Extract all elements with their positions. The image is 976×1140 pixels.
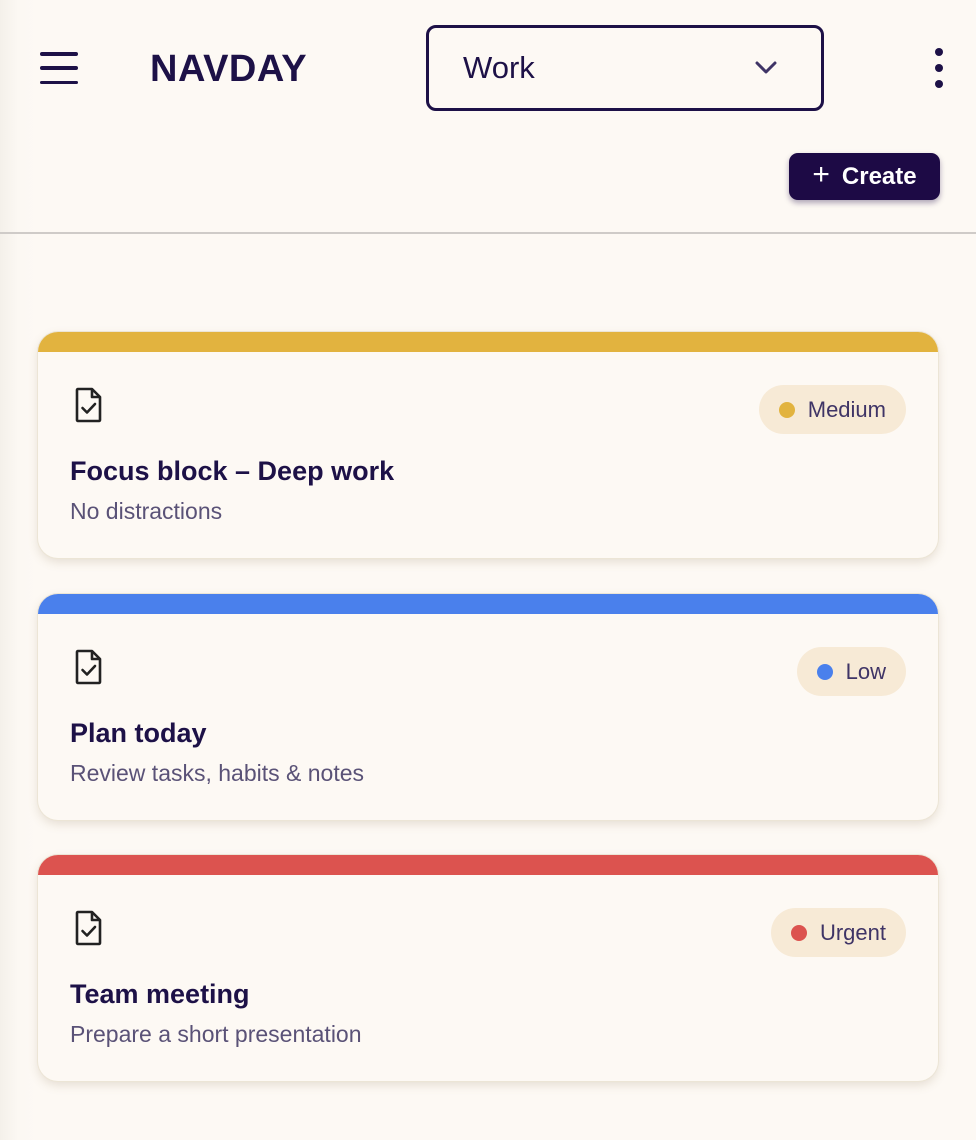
- priority-dot: [790, 924, 807, 941]
- category-select-value: Work: [463, 50, 535, 85]
- priority-label: Urgent: [819, 919, 886, 945]
- priority-dot: [778, 401, 795, 418]
- priority-stripe: [38, 855, 938, 875]
- task-document-check-icon: [75, 649, 102, 685]
- priority-label: Low: [845, 658, 886, 684]
- brand-title: NAVDAY: [150, 48, 308, 90]
- priority-label: Medium: [807, 396, 886, 422]
- priority-badge: Low: [796, 647, 906, 696]
- header-divider: [0, 232, 976, 234]
- task-document-check-icon: [75, 910, 102, 946]
- priority-stripe: [38, 332, 938, 352]
- task-subtitle: No distractions: [70, 498, 223, 524]
- task-subtitle: Review tasks, habits & notes: [70, 760, 365, 786]
- priority-badge: Medium: [758, 385, 906, 434]
- category-select[interactable]: Work: [426, 25, 824, 111]
- plus-icon: +: [812, 158, 830, 191]
- task-card[interactable]: Low Plan today Review tasks, habits & no…: [38, 594, 938, 820]
- hamburger-menu-icon[interactable]: [40, 52, 80, 84]
- task-card[interactable]: Medium Focus block – Deep work No distra…: [38, 332, 938, 558]
- task-title: Plan today: [70, 718, 207, 748]
- chevron-down-icon: [755, 61, 777, 74]
- task-card[interactable]: Urgent Team meeting Prepare a short pres…: [38, 855, 938, 1081]
- task-title: Team meeting: [70, 979, 250, 1009]
- task-document-check-icon: [75, 387, 102, 423]
- priority-stripe: [38, 594, 938, 614]
- priority-dot: [816, 663, 833, 680]
- task-subtitle: Prepare a short presentation: [70, 1021, 362, 1047]
- create-button[interactable]: + Create: [789, 153, 940, 200]
- create-button-label: Create: [841, 162, 917, 190]
- task-title: Focus block – Deep work: [70, 456, 395, 486]
- priority-badge: Urgent: [770, 908, 906, 957]
- more-options-icon[interactable]: [928, 48, 950, 88]
- app-page: NAVDAY Work + Create Medium Focus block …: [0, 0, 976, 1140]
